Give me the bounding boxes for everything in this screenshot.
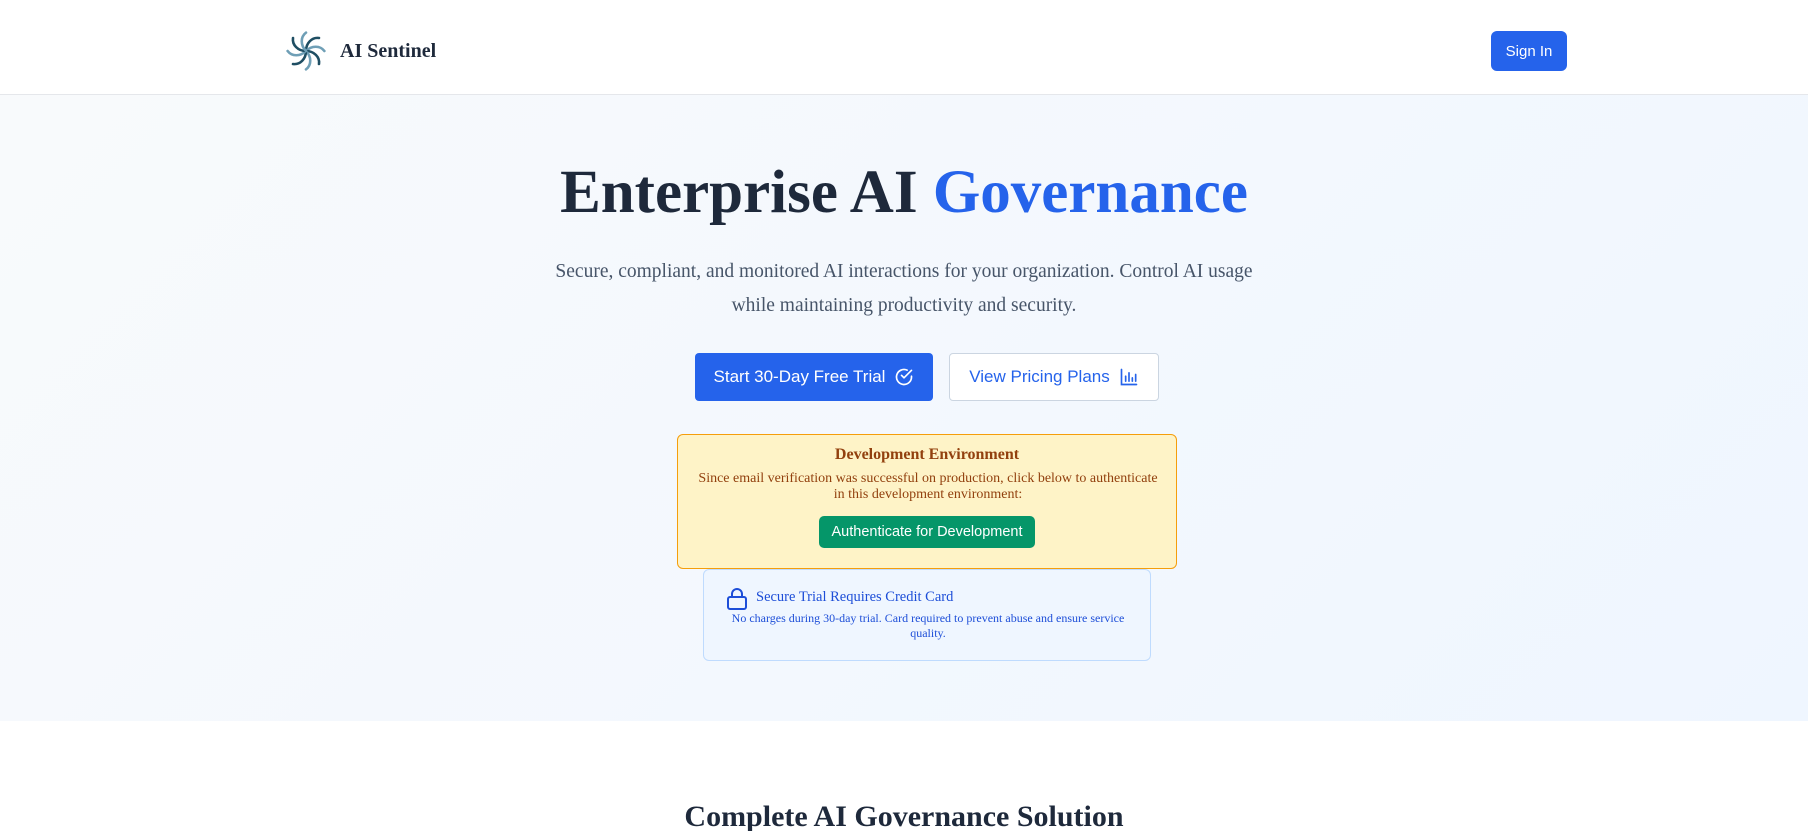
sign-in-button[interactable]: Sign In	[1491, 31, 1567, 71]
hero-subtitle: Secure, compliant, and monitored AI inte…	[555, 261, 1253, 316]
brand[interactable]: AI Sentinel	[285, 30, 436, 72]
hero-title-accent: Governance	[932, 159, 1248, 226]
development-environment-notice: Development Environment Since email veri…	[677, 434, 1177, 569]
trial-notice-title: Secure Trial Requires Credit Card	[756, 589, 954, 605]
hero-title-main: Enterprise AI	[560, 159, 933, 226]
start-trial-button[interactable]: Start 30-Day Free Trial	[695, 353, 933, 401]
hero-title: Enterprise AI Governance	[0, 158, 1808, 228]
view-pricing-label: View Pricing Plans	[969, 367, 1110, 386]
features-heading: Complete AI Governance Solution	[684, 800, 1124, 831]
check-circle-icon	[896, 368, 913, 386]
brand-name: AI Sentinel	[340, 39, 437, 62]
hero-section: Enterprise AI Governance Secure, complia…	[0, 95, 1808, 721]
authenticate-development-button[interactable]: Authenticate for Development	[819, 516, 1035, 548]
start-trial-label: Start 30-Day Free Trial	[713, 367, 886, 386]
dev-notice-text: Since email verification was successful …	[698, 471, 1158, 502]
view-pricing-button[interactable]: View Pricing Plans	[949, 353, 1159, 401]
bar-chart-icon	[1120, 368, 1138, 386]
spiral-flower-logo-icon	[286, 31, 326, 71]
credit-card-trial-notice: Secure Trial Requires Credit Card No cha…	[703, 569, 1151, 661]
trial-notice-text: No charges during 30-day trial. Card req…	[731, 611, 1125, 640]
lock-icon	[727, 588, 747, 610]
dev-notice-title: Development Environment	[834, 446, 1020, 463]
top-navbar: AI Sentinel Sign In	[0, 0, 1808, 95]
